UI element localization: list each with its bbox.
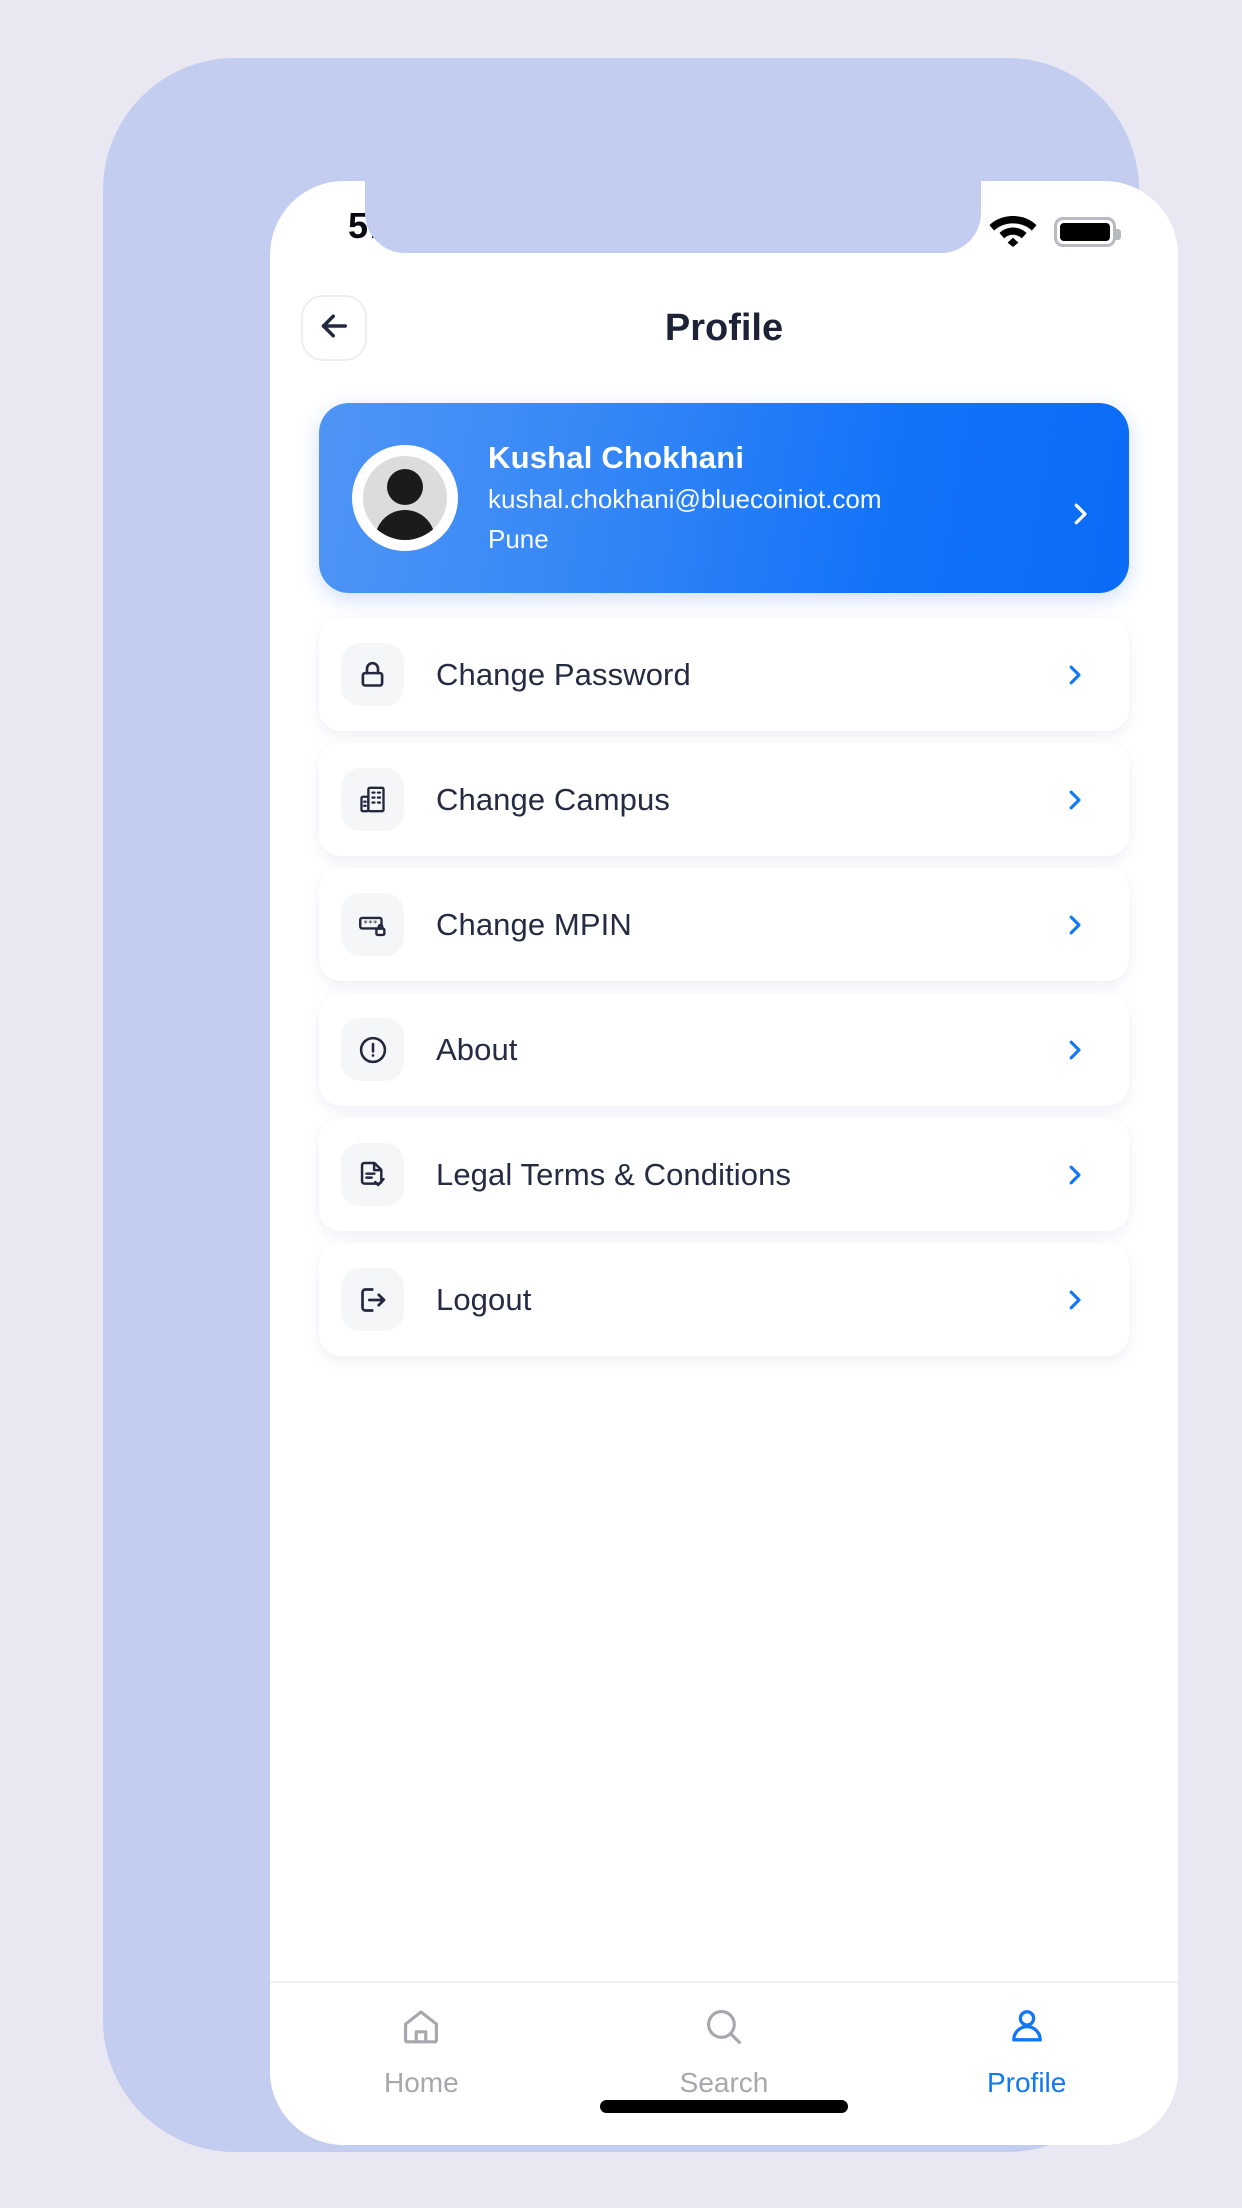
- profile-card-chevron[interactable]: [1065, 491, 1095, 542]
- phone-screen: 5:24: [270, 181, 1178, 2145]
- document-check-icon: [341, 1143, 404, 1206]
- phone-frame: 5:24: [103, 58, 1178, 2152]
- profile-location: Pune: [488, 523, 549, 554]
- svg-text:***: ***: [363, 918, 378, 927]
- settings-menu-list: Change Password Change Campus *** Change…: [319, 618, 1129, 1368]
- pin-code-lock-icon: ***: [341, 893, 404, 956]
- avatar: [352, 445, 458, 551]
- menu-item-label: Change Password: [436, 656, 691, 692]
- search-icon: [702, 2005, 746, 2054]
- building-icon: [341, 768, 404, 831]
- menu-item-chevron[interactable]: [1061, 1280, 1088, 1320]
- chevron-right-icon: [1065, 491, 1095, 542]
- menu-item-label: Change MPIN: [436, 906, 632, 942]
- logout-arrow-icon: [341, 1268, 404, 1331]
- menu-item-label: Change Campus: [436, 781, 670, 817]
- tab-profile-label: Profile: [986, 2067, 1067, 2098]
- menu-item-label: About: [436, 1031, 518, 1067]
- battery-full-icon: [1054, 216, 1121, 247]
- page-title: Profile: [664, 307, 784, 349]
- menu-item-change-campus[interactable]: Change Campus: [319, 743, 1129, 856]
- profile-name: Kushal Chokhani: [488, 440, 745, 476]
- lock-icon: [341, 643, 404, 706]
- menu-item-legal-terms[interactable]: Legal Terms & Conditions: [319, 1118, 1129, 1231]
- menu-item-chevron[interactable]: [1061, 1155, 1088, 1195]
- tab-search-label: Search: [679, 2067, 769, 2098]
- device-notch: [365, 181, 981, 253]
- tab-search[interactable]: Search: [573, 2005, 876, 2099]
- screenshot-root: 5:24: [0, 0, 1242, 2208]
- menu-item-change-password[interactable]: Change Password: [319, 618, 1129, 731]
- profile-summary-card[interactable]: Kushal Chokhani kushal.chokhani@bluecoin…: [319, 403, 1129, 593]
- menu-item-logout[interactable]: Logout: [319, 1243, 1129, 1356]
- bottom-tab-bar: Home Search Profile: [270, 1981, 1178, 2145]
- user-icon: [1005, 2005, 1049, 2054]
- tab-home[interactable]: Home: [270, 2005, 573, 2099]
- menu-item-chevron[interactable]: [1061, 655, 1088, 695]
- tab-home-label: Home: [383, 2067, 459, 2098]
- menu-item-label: Legal Terms & Conditions: [436, 1156, 792, 1192]
- profile-email: kushal.chokhani@bluecoiniot.com: [488, 484, 882, 515]
- home-icon: [399, 2005, 443, 2054]
- wifi-icon: [989, 211, 1037, 252]
- menu-item-chevron[interactable]: [1061, 780, 1088, 820]
- page-header: Profile: [270, 273, 1178, 393]
- menu-item-chevron[interactable]: [1061, 1030, 1088, 1070]
- menu-item-about[interactable]: About: [319, 993, 1129, 1106]
- menu-item-chevron[interactable]: [1061, 905, 1088, 945]
- tab-profile[interactable]: Profile: [875, 2005, 1178, 2099]
- menu-item-change-mpin[interactable]: *** Change MPIN: [319, 868, 1129, 981]
- exclamation-circle-icon: [341, 1018, 404, 1081]
- menu-item-label: Logout: [436, 1281, 532, 1317]
- profile-card-texts: Kushal Chokhani kushal.chokhani@bluecoin…: [488, 437, 1065, 558]
- home-indicator: [600, 2100, 848, 2113]
